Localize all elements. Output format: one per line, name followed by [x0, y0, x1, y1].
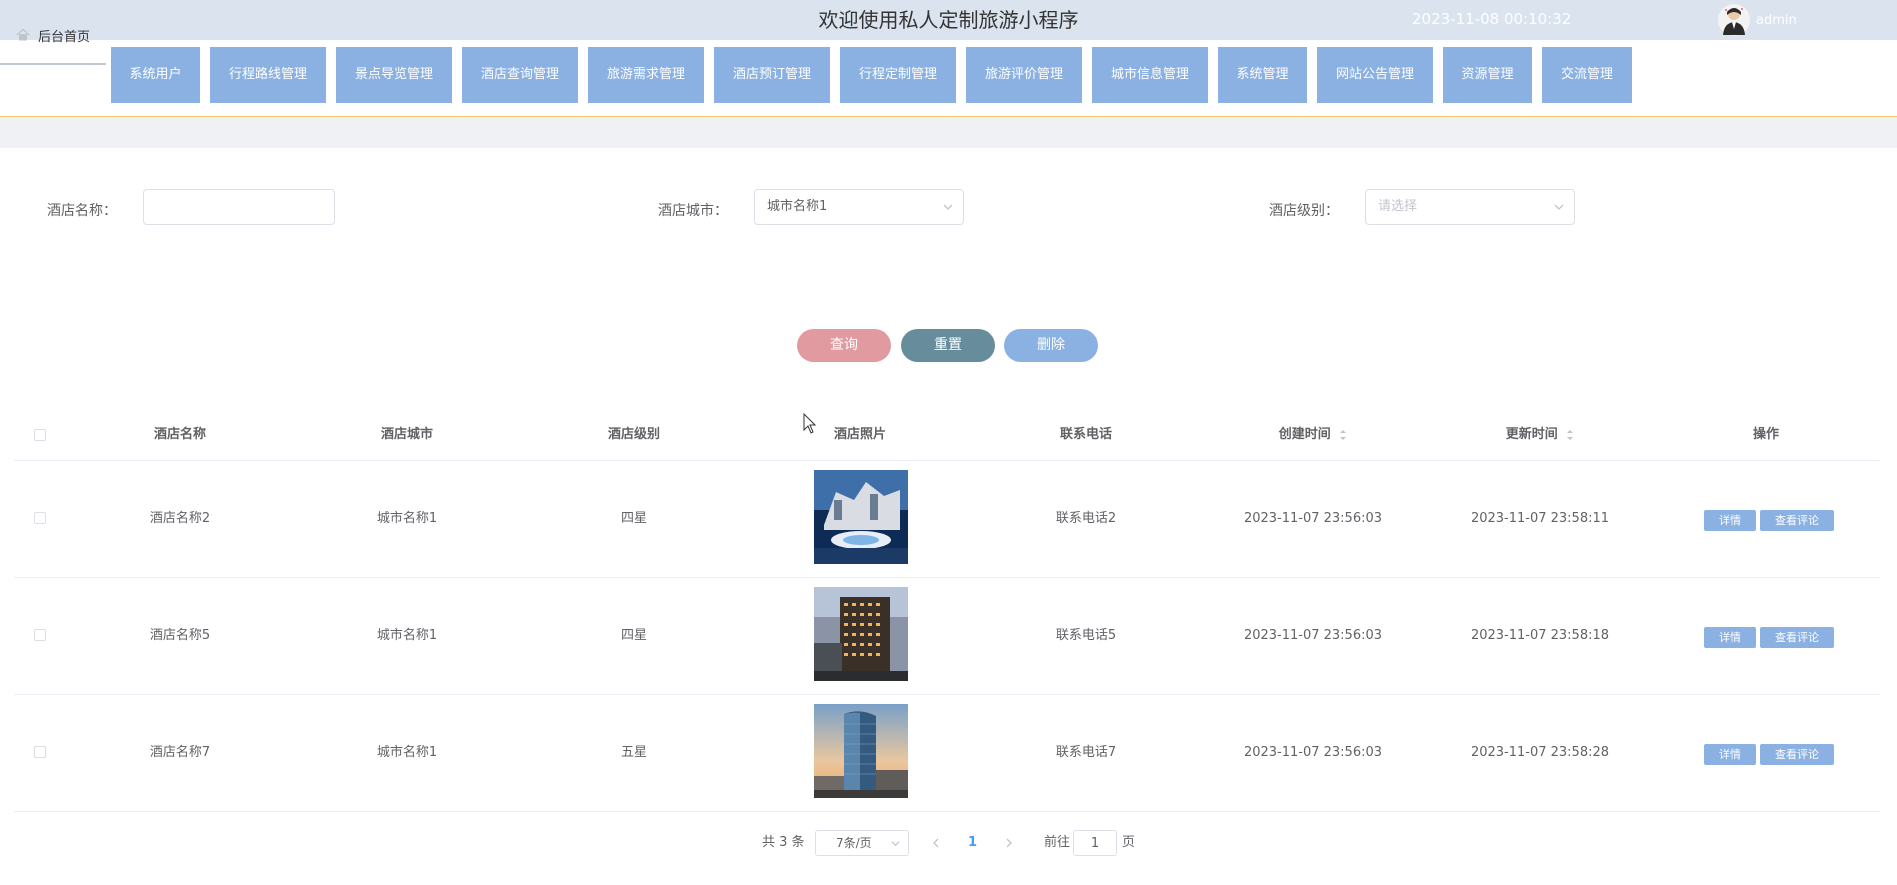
row-checkbox[interactable] — [34, 629, 46, 641]
cell-updated: 2023-11-07 23:58:28 — [1470, 745, 1610, 760]
cell-hotel-level: 四星 — [620, 628, 647, 643]
sort-icon[interactable] — [1566, 428, 1574, 442]
current-page[interactable]: 1 — [968, 830, 977, 856]
content-divider-strip — [0, 117, 1897, 148]
col-hotel-photo: 酒店照片 — [833, 427, 886, 442]
reset-button[interactable]: 重置 — [901, 329, 995, 362]
nav-item-city-info[interactable]: 城市信息管理 — [1092, 47, 1208, 103]
cell-hotel-name: 酒店名称7 — [149, 745, 211, 760]
pagination-total: 共 3 条 — [762, 835, 805, 850]
detail-button[interactable]: 详情 — [1704, 627, 1756, 648]
nav-item-trip-custom[interactable]: 行程定制管理 — [840, 47, 956, 103]
col-created-time-label: 创建时间 — [1278, 427, 1331, 442]
home-icon — [16, 28, 30, 41]
cell-phone: 联系电话7 — [1055, 745, 1117, 760]
mouse-cursor-icon — [803, 413, 817, 434]
hotel-city-label: 酒店城市： — [658, 203, 728, 219]
goto-page-input[interactable] — [1073, 830, 1117, 856]
nav-item-hotel-query[interactable]: 酒店查询管理 — [462, 47, 578, 103]
col-phone: 联系电话 — [1059, 427, 1112, 442]
chevron-down-icon — [1554, 204, 1564, 210]
cell-hotel-city: 城市名称1 — [376, 511, 438, 526]
delete-button[interactable]: 删除 — [1004, 329, 1098, 362]
nav-home-label: 后台首页 — [37, 29, 90, 45]
hotel-photo[interactable] — [814, 587, 908, 681]
hotel-city-select[interactable]: 城市名称1 — [754, 189, 964, 225]
chevron-down-icon — [891, 841, 900, 847]
nav-item-exchange-mgmt[interactable]: 交流管理 — [1542, 47, 1632, 103]
table-row: 酒店名称5 城市名称1 四星 联系电话5 2023-11-07 23:56:03… — [14, 577, 1880, 695]
nav-item-hotel-booking[interactable]: 酒店预订管理 — [714, 47, 830, 103]
col-updated-time[interactable]: 更新时间 — [1440, 410, 1640, 460]
col-hotel-level: 酒店级别 — [607, 427, 660, 442]
cell-hotel-city: 城市名称1 — [376, 745, 438, 760]
hotel-city-value: 城市名称1 — [767, 199, 828, 214]
cell-updated: 2023-11-07 23:58:11 — [1470, 511, 1610, 526]
goto-suffix: 页 — [1122, 835, 1136, 850]
chevron-down-icon — [943, 204, 953, 210]
cell-hotel-name: 酒店名称2 — [149, 511, 211, 526]
page-title: 欢迎使用私人定制旅游小程序 — [818, 8, 1079, 32]
cell-updated: 2023-11-07 23:58:18 — [1470, 628, 1610, 643]
cell-hotel-level: 五星 — [620, 745, 647, 760]
table-row: 酒店名称2 城市名称1 四星 联系电话2 2023-11-07 23:56:03… — [14, 460, 1880, 578]
cell-phone: 联系电话2 — [1055, 511, 1117, 526]
cell-created: 2023-11-07 23:56:03 — [1243, 511, 1383, 526]
hotel-name-label: 酒店名称： — [47, 203, 117, 219]
nav-item-system-users[interactable]: 系统用户 — [111, 47, 200, 103]
view-comments-button[interactable]: 查看评论 — [1760, 627, 1834, 648]
select-all-checkbox[interactable] — [34, 429, 46, 441]
cell-created: 2023-11-07 23:56:03 — [1243, 745, 1383, 760]
hotel-photo[interactable] — [814, 470, 908, 564]
cell-hotel-name: 酒店名称5 — [149, 628, 211, 643]
nav-item-travel-demand[interactable]: 旅游需求管理 — [588, 47, 704, 103]
row-checkbox[interactable] — [34, 746, 46, 758]
avatar[interactable] — [1718, 3, 1750, 37]
col-updated-time-label: 更新时间 — [1505, 427, 1558, 442]
cell-created: 2023-11-07 23:56:03 — [1243, 628, 1383, 643]
nav-item-site-notice[interactable]: 网站公告管理 — [1317, 47, 1433, 103]
nav-item-travel-review[interactable]: 旅游评价管理 — [966, 47, 1082, 103]
hotel-level-label: 酒店级别： — [1269, 203, 1339, 219]
hotel-name-input[interactable] — [143, 189, 335, 225]
nav-item-scenic-guide[interactable]: 景点导览管理 — [336, 47, 452, 103]
col-actions: 操作 — [1752, 427, 1779, 442]
nav-item-system-mgmt[interactable]: 系统管理 — [1218, 47, 1307, 103]
nav-home-tab[interactable]: 后台首页 — [0, 7, 106, 65]
sort-icon[interactable] — [1339, 428, 1347, 442]
nav-item-resource-mgmt[interactable]: 资源管理 — [1443, 47, 1532, 103]
page-size-value: 7条/页 — [836, 836, 872, 850]
cell-phone: 联系电话5 — [1055, 628, 1117, 643]
nav-item-route-mgmt[interactable]: 行程路线管理 — [210, 47, 326, 103]
prev-page-icon[interactable] — [931, 838, 941, 848]
cell-hotel-level: 四星 — [620, 511, 647, 526]
goto-prefix: 前往 — [1044, 835, 1071, 850]
hotel-photo[interactable] — [814, 704, 908, 798]
row-checkbox[interactable] — [34, 512, 46, 524]
view-comments-button[interactable]: 查看评论 — [1760, 510, 1834, 531]
hotel-level-placeholder: 请选择 — [1378, 199, 1418, 214]
cell-hotel-city: 城市名称1 — [376, 628, 438, 643]
detail-button[interactable]: 详情 — [1704, 510, 1756, 531]
col-created-time[interactable]: 创建时间 — [1213, 410, 1413, 460]
table-row: 酒店名称7 城市名称1 五星 联系电话7 2023-11-07 23:56:03… — [14, 694, 1880, 812]
hotel-level-select[interactable]: 请选择 — [1365, 189, 1575, 225]
top-bar: 欢迎使用私人定制旅游小程序 2023-11-08 00:10:32 admin — [0, 0, 1897, 40]
table-header: 酒店名称 酒店城市 酒店级别 酒店照片 联系电话 创建时间 更新时间 操作 — [14, 410, 1880, 461]
view-comments-button[interactable]: 查看评论 — [1760, 744, 1834, 765]
current-datetime: 2023-11-08 00:10:32 — [1412, 10, 1572, 28]
col-hotel-name: 酒店名称 — [153, 427, 206, 442]
query-button[interactable]: 查询 — [797, 329, 891, 362]
col-hotel-city: 酒店城市 — [380, 427, 433, 442]
detail-button[interactable]: 详情 — [1704, 744, 1756, 765]
username[interactable]: admin — [1756, 0, 1797, 40]
next-page-icon[interactable] — [1004, 838, 1014, 848]
page-size-select[interactable]: 7条/页 — [815, 830, 909, 856]
